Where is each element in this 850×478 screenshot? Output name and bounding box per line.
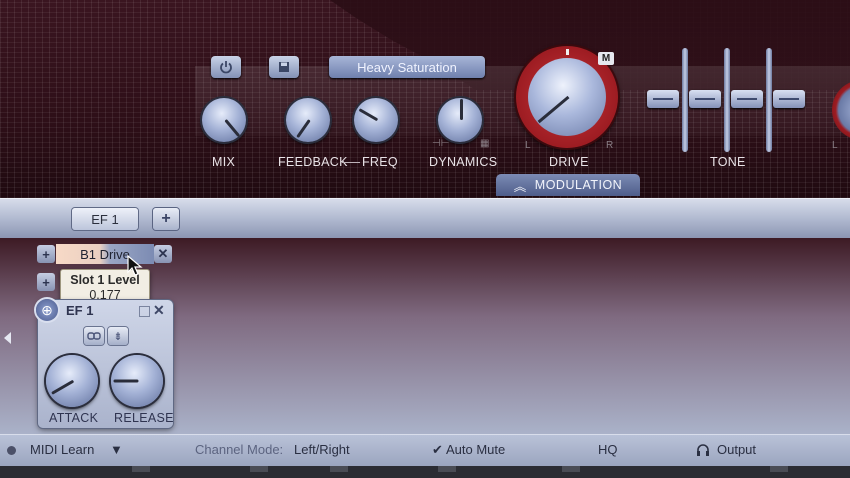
freq-knob[interactable] [354,98,398,142]
preset-name-field[interactable]: Heavy Saturation [329,56,485,78]
panel-close-button[interactable]: ✕ [153,302,165,319]
dynamics-max-icon: ▦ [480,138,490,149]
save-button[interactable] [269,56,299,78]
mix-label: MIX [212,155,236,169]
tone-slider-1[interactable] [647,90,679,108]
link-line [342,162,360,163]
host-strip [0,466,850,478]
tone-label: TONE [710,155,746,169]
add-slot-button[interactable]: + [37,273,55,291]
link-icon [87,332,101,340]
modulation-label: MODULATION [534,178,623,192]
tone-slider-2[interactable] [689,90,721,108]
link-mode-button[interactable] [84,327,104,345]
midi-led-icon [7,446,16,455]
drive-mod-badge[interactable]: M [598,52,614,65]
drive-label: DRIVE [549,155,589,169]
attack-label: ATTACK [49,411,99,425]
checkmark-icon: ✔ [432,442,443,457]
feedback-label: FEEDBACK [278,155,348,169]
chevron-up-icon: ︽ [513,179,527,194]
auto-mute-toggle[interactable]: Auto Mute [446,442,505,457]
drive-knob[interactable] [528,58,606,136]
midi-dropdown-icon[interactable]: ▼ [110,442,123,457]
hq-toggle[interactable]: HQ [598,442,618,457]
tone-slider-4[interactable] [773,90,805,108]
output-l-label: L [832,140,838,151]
tone-slider-track-2 [724,48,730,152]
drive-pointer [537,95,570,124]
slot-close-button[interactable]: ✕ [154,245,172,263]
power-button[interactable] [211,56,241,78]
tone-slider-track-3 [766,48,772,152]
mouse-cursor-icon [127,255,143,276]
attack-knob[interactable] [46,355,98,407]
modulation-tab[interactable]: ︽ MODULATION [496,174,640,196]
drive-center-tick [566,49,569,55]
save-icon [279,62,289,72]
channel-mode-label: Channel Mode: [195,442,284,457]
tone-slider-3[interactable] [731,90,763,108]
release-label: RELEASE [114,411,174,425]
trigger-icon: ⇟ [113,330,123,343]
power-icon [220,61,232,74]
midi-learn-button[interactable]: MIDI Learn [30,442,94,457]
trigger-mode-button[interactable]: ⇟ [108,327,128,345]
ef-panel-title: EF 1 [66,303,94,318]
dynamics-knob[interactable] [438,98,482,142]
headphones-icon [697,444,709,456]
panel-save-icon[interactable] [139,306,150,317]
left-arrow-icon[interactable] [4,332,11,344]
drive-l-label: L [525,140,531,151]
release-knob[interactable] [111,355,163,407]
dynamics-min-icon: ⊣⊢ [432,138,450,149]
dynamics-label: DYNAMICS [429,155,498,169]
add-tab-button[interactable]: + [153,208,179,230]
freq-label: FREQ [362,155,398,169]
tab-ef-1[interactable]: EF 1 [72,208,138,230]
slot-add-button[interactable]: + [37,245,55,263]
target-icon[interactable]: ⊕ [36,299,58,321]
feedback-knob[interactable] [286,98,330,142]
channel-mode-select[interactable]: Left/Right [294,442,350,457]
mix-knob[interactable] [202,98,246,142]
drive-r-label: R [606,140,614,151]
tone-slider-track-1 [682,48,688,152]
output-button[interactable]: Output [717,442,756,457]
